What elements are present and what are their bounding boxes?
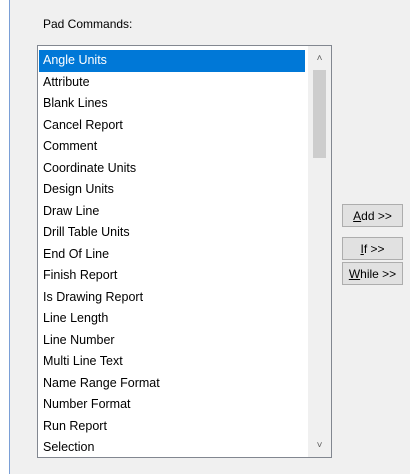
while-button-label: hile >>	[360, 266, 397, 281]
list-item[interactable]: Finish Report	[39, 265, 305, 287]
list-item[interactable]: Drill Table Units	[39, 222, 305, 244]
add-button-label: dd >>	[361, 208, 392, 223]
add-button[interactable]: Add >>	[342, 204, 403, 227]
list-item[interactable]: Run Report	[39, 416, 305, 438]
list-item[interactable]: Coordinate Units	[39, 158, 305, 180]
list-item[interactable]: Is Drawing Report	[39, 287, 305, 309]
list-item[interactable]: Blank Lines	[39, 93, 305, 115]
list-item[interactable]: Angle Units	[39, 50, 305, 72]
add-mnemonic: A	[353, 208, 362, 223]
window-left-edge	[0, 0, 10, 474]
list-item[interactable]: Selection	[39, 437, 305, 457]
if-button[interactable]: If >>	[342, 237, 403, 260]
list-item[interactable]: Comment	[39, 136, 305, 158]
list-item[interactable]: Multi Line Text	[39, 351, 305, 373]
scrollbar-thumb[interactable]	[313, 70, 326, 158]
pad-commands-list: Angle Units Attribute Blank Lines Cancel Re…	[39, 50, 305, 457]
list-item[interactable]: Draw Line	[39, 201, 305, 223]
pad-commands-listbox[interactable]: Angle Units Attribute Blank Lines Cancel Re…	[37, 45, 332, 458]
pad-commands-label: Pad Commands:	[43, 17, 133, 31]
list-item[interactable]: Cancel Report	[39, 115, 305, 137]
list-item[interactable]: End Of Line	[39, 244, 305, 266]
chevron-down-icon[interactable]: ˅	[308, 435, 331, 455]
list-item[interactable]: Number Format	[39, 394, 305, 416]
list-item[interactable]: Design Units	[39, 179, 305, 201]
list-item[interactable]: Line Number	[39, 330, 305, 352]
while-mnemonic: W	[348, 266, 361, 281]
list-item[interactable]: Attribute	[39, 72, 305, 94]
list-item[interactable]: Name Range Format	[39, 373, 305, 395]
if-button-label: f >>	[363, 241, 385, 256]
list-item[interactable]: Line Length	[39, 308, 305, 330]
vertical-scrollbar[interactable]: ˄ ˅	[308, 46, 331, 457]
chevron-up-icon[interactable]: ˄	[308, 48, 331, 68]
while-button[interactable]: While >>	[342, 262, 403, 285]
